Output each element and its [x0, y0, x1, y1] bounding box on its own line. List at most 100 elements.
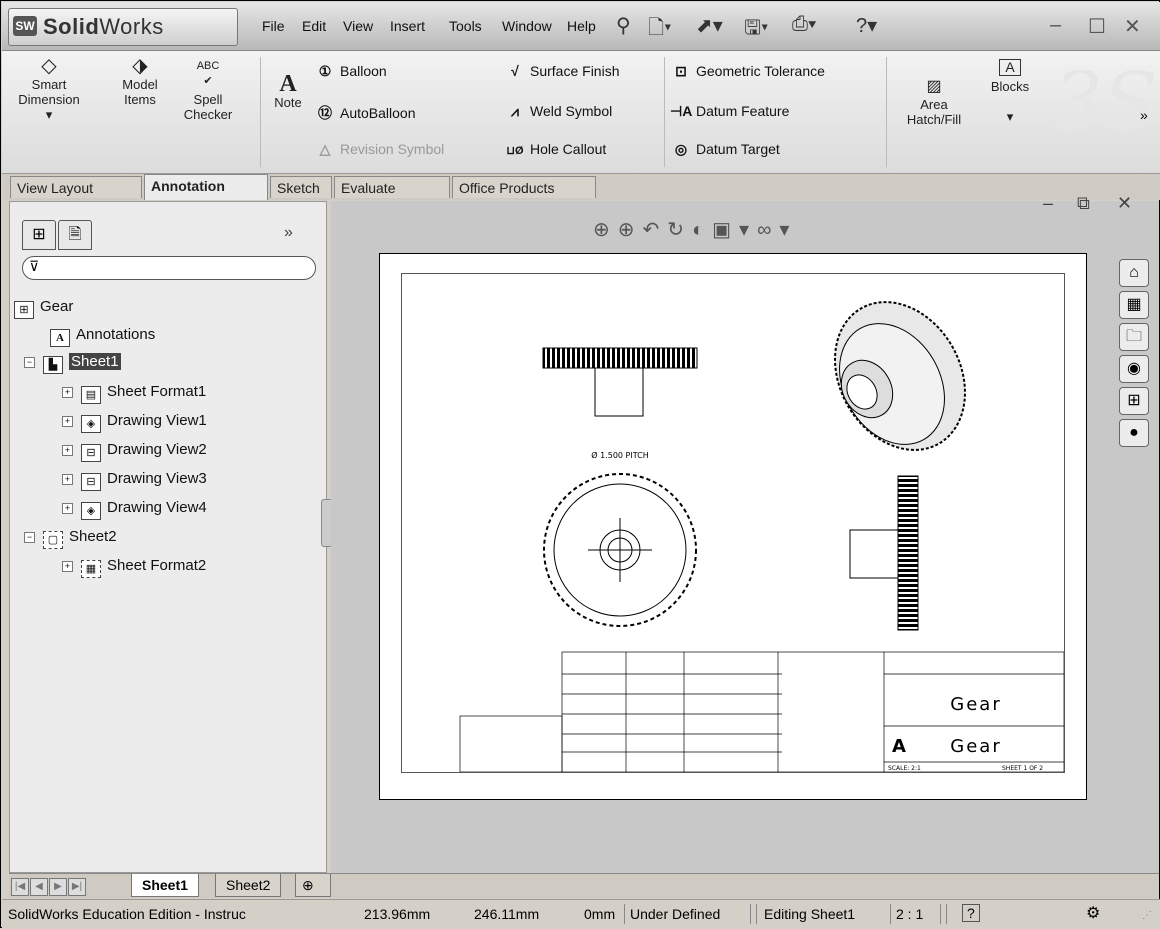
rebuild-icon[interactable]: ⚙	[1086, 903, 1100, 923]
expand-icon[interactable]: +	[62, 474, 73, 485]
model-items-button[interactable]: ⬗ Model Items	[112, 56, 168, 107]
tree-node-sheet2[interactable]: − ▢ Sheet2	[24, 528, 117, 549]
solidworks-logo[interactable]: SW SolidWorks	[8, 8, 238, 46]
property-manager-tab-icon[interactable]: 🗎	[58, 220, 92, 250]
tab-annotation[interactable]: Annotation	[144, 174, 268, 200]
graphics-area[interactable]: ⊕⊕↶↻◐▣▾∞▾ – ⧉ ✕ ⌂ ▦ 🗀 ◉ ⊞ ● Ø 1.500 PITC…	[331, 193, 1159, 873]
last-sheet-icon[interactable]: ▶|	[68, 878, 86, 896]
doc-restore-icon[interactable]: ⧉	[1077, 193, 1090, 214]
collapse-icon[interactable]: −	[24, 357, 35, 368]
tree-node-drawing-view2[interactable]: + ⊟ Drawing View2	[62, 441, 207, 462]
open-icon[interactable]: ⬈▾	[696, 13, 723, 38]
expand-icon[interactable]: +	[62, 503, 73, 514]
chevron-down-icon[interactable]: ▾	[46, 107, 53, 122]
ribbon-expand-icon[interactable]: »	[1140, 107, 1148, 123]
tree-node-annotations[interactable]: A Annotations	[50, 326, 155, 347]
menu-edit[interactable]: Edit	[302, 18, 326, 34]
hole-callout-button[interactable]: ⊔Ø Hole Callout	[504, 141, 606, 157]
maximize-icon[interactable]: ☐	[1088, 14, 1106, 39]
tree-node-gear[interactable]: ⊞ Gear	[14, 298, 73, 319]
datum-feature-button[interactable]: ⊣A Datum Feature	[670, 103, 789, 120]
minimize-icon[interactable]: –	[1050, 14, 1061, 37]
next-sheet-icon[interactable]: ▶	[49, 878, 67, 896]
area-hatch-fill-button[interactable]: ▨ Area Hatch/Fill	[894, 79, 974, 128]
tab-view-layout[interactable]: View Layout	[10, 176, 142, 198]
help-icon[interactable]: ?▾	[856, 13, 877, 38]
home-icon[interactable]: ⌂	[1119, 259, 1149, 287]
tree-node-drawing-view3[interactable]: + ⊟ Drawing View3	[62, 470, 207, 491]
drawing-sheet[interactable]: Ø 1.500 PITCH Gear A Gear SCALE: 2:1 SHE…	[379, 253, 1087, 800]
doc-close-icon[interactable]: ✕	[1117, 193, 1132, 214]
blocks-button[interactable]: A Blocks ▾	[982, 59, 1038, 124]
geometric-tolerance-icon: ⊡	[675, 63, 687, 79]
previous-sheet-icon[interactable]: ◀	[30, 878, 48, 896]
view-palette-icon[interactable]: ◉	[1119, 355, 1149, 383]
display-style-icon[interactable]: ▣▾	[712, 219, 757, 241]
surface-finish-icon: √	[511, 63, 519, 79]
tree-node-drawing-view1[interactable]: + ◈ Drawing View1	[62, 412, 207, 433]
resize-grip-icon[interactable]: ⋰	[1142, 910, 1152, 921]
surface-finish-button[interactable]: √ Surface Finish	[504, 63, 619, 79]
smart-dimension-button[interactable]: ◇ Smart Dimension ▾	[10, 56, 88, 122]
weld-symbol-button[interactable]: ⩘ Weld Symbol	[504, 103, 612, 120]
save-icon[interactable]: 🖫▾	[744, 13, 768, 47]
appearances-icon[interactable]: ●	[1119, 419, 1149, 447]
menu-view[interactable]: View	[343, 18, 373, 34]
drawing-view-top[interactable]	[542, 347, 698, 417]
new-document-icon[interactable]: 🗋▾	[648, 13, 671, 47]
status-help-button[interactable]: ?	[962, 904, 980, 922]
tree-node-sheet-format2[interactable]: + ▦ Sheet Format2	[62, 557, 206, 578]
previous-view-icon[interactable]: ↶	[643, 219, 668, 241]
tab-sketch[interactable]: Sketch	[270, 176, 332, 198]
revision-symbol-button[interactable]: △ Revision Symbol	[314, 141, 445, 158]
file-explorer-icon[interactable]: 🗀	[1119, 323, 1149, 351]
expand-icon[interactable]: +	[62, 387, 73, 398]
menu-file[interactable]: File	[262, 18, 285, 34]
expand-icon[interactable]: +	[62, 561, 73, 572]
expand-icon[interactable]: +	[62, 416, 73, 427]
tree-node-sheet-format1[interactable]: + ▤ Sheet Format1	[62, 383, 206, 404]
chevron-down-icon[interactable]: ▾	[1007, 109, 1014, 124]
featuremanager-tab-icon[interactable]: ⊞	[22, 220, 56, 250]
add-sheet-icon[interactable]: ⊕	[295, 874, 331, 897]
collapse-icon[interactable]: −	[24, 532, 35, 543]
balloon-button[interactable]: ① Balloon	[314, 63, 387, 80]
print-icon[interactable]: ⎙▾	[792, 13, 816, 36]
expand-icon[interactable]: +	[62, 445, 73, 456]
panel-expand-icon[interactable]: »	[284, 224, 293, 242]
menu-window[interactable]: Window	[502, 18, 552, 34]
menu-insert[interactable]: Insert	[390, 18, 425, 34]
status-z-coordinate: 0mm	[584, 906, 616, 922]
pitch-diameter-callout[interactable]: Ø 1.500 PITCH	[591, 450, 649, 460]
hole-callout-icon: ⊔Ø	[506, 145, 524, 157]
tab-office-products[interactable]: Office Products	[452, 176, 596, 198]
section-view-icon[interactable]: ◐	[692, 219, 712, 241]
tree-node-sheet1[interactable]: − ▙ Sheet1	[24, 353, 121, 374]
drawing-view-front[interactable]	[543, 473, 697, 627]
pushpin-icon[interactable]: ⚲	[616, 13, 631, 38]
first-sheet-icon[interactable]: |◀	[11, 878, 29, 896]
datum-target-button[interactable]: ◎ Datum Target	[670, 141, 780, 158]
close-icon[interactable]: ✕	[1124, 14, 1141, 39]
drawing-view-isometric[interactable]	[809, 278, 991, 473]
tab-evaluate[interactable]: Evaluate	[334, 176, 450, 198]
hide-show-icon[interactable]: ∞▾	[757, 219, 797, 241]
design-library-icon[interactable]: ▦	[1119, 291, 1149, 319]
menu-tools[interactable]: Tools	[449, 18, 482, 34]
drawing-view-right[interactable]	[849, 475, 919, 631]
menu-help[interactable]: Help	[567, 18, 596, 34]
sheet-tab-sheet2[interactable]: Sheet2	[215, 874, 282, 897]
zoom-to-area-icon[interactable]: ⊕	[618, 219, 643, 241]
note-button[interactable]: A Note	[266, 72, 310, 110]
spell-checker-button[interactable]: ABC ✔ Spell Checker	[178, 59, 238, 122]
autoballoon-button[interactable]: ⑫ AutoBalloon	[314, 103, 416, 123]
geometric-tolerance-button[interactable]: ⊡ Geometric Tolerance	[670, 63, 825, 80]
status-scale[interactable]: 2 : 1	[896, 906, 923, 922]
doc-minimize-icon[interactable]: –	[1043, 193, 1053, 214]
tree-node-drawing-view4[interactable]: + ◈ Drawing View4	[62, 499, 207, 520]
view-layout-icon[interactable]: ⊞	[1119, 387, 1149, 415]
sheet-tab-sheet1[interactable]: Sheet1	[131, 874, 199, 897]
rotate-icon[interactable]: ↻	[667, 219, 692, 241]
zoom-to-fit-icon[interactable]: ⊕	[593, 219, 618, 241]
tree-filter-field[interactable]: ⊽	[22, 256, 316, 280]
